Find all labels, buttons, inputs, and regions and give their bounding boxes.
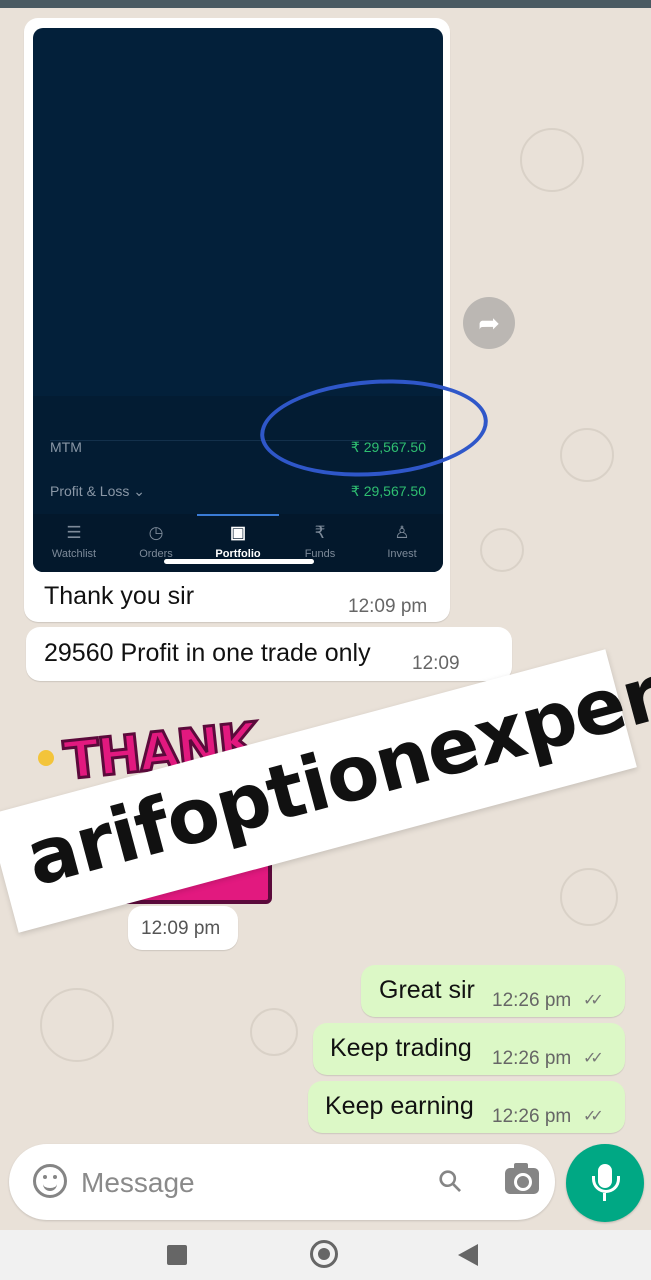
forward-icon: ➦ <box>478 308 500 338</box>
paperclip-icon[interactable]: ⚲ <box>423 1154 480 1211</box>
emoji-icon[interactable] <box>33 1164 67 1198</box>
rupee-icon: ₹ <box>314 523 326 542</box>
recents-button[interactable] <box>167 1245 187 1265</box>
history-icon: ◷ <box>148 523 164 542</box>
message-time: 12:26 pm <box>492 1048 572 1069</box>
message-time: 12:09 pm <box>348 596 428 617</box>
wallpaper-doodle <box>250 1008 298 1056</box>
home-indicator <box>164 559 314 564</box>
wallpaper-doodle <box>560 428 614 482</box>
double-check-icon: ✓✓ <box>583 1050 604 1067</box>
message-text: Keep earning <box>325 1092 474 1120</box>
wallpaper-doodle <box>560 868 618 926</box>
wallpaper-doodle <box>480 528 524 572</box>
tab-label: Watchlist <box>51 548 97 560</box>
home-button[interactable] <box>310 1240 338 1268</box>
message-text: Great sir <box>379 976 475 1004</box>
status-bar <box>0 0 651 8</box>
microphone-icon-leg <box>603 1193 606 1201</box>
message-time: 12:09 pm <box>141 918 221 939</box>
back-button[interactable] <box>458 1244 478 1266</box>
list-icon: ☰ <box>66 523 82 542</box>
briefcase-icon: ▣ <box>229 523 247 542</box>
wallpaper-doodle <box>520 128 584 192</box>
tab-invest: ♙ Invest <box>361 514 443 572</box>
wallpaper-doodle <box>40 988 114 1062</box>
message-text: 29560 Profit in one trade only <box>44 639 371 667</box>
system-navigation-bar <box>0 1230 651 1280</box>
camera-icon[interactable] <box>505 1163 539 1194</box>
message-input[interactable] <box>79 1162 413 1204</box>
image-caption: Thank you sir <box>44 582 195 610</box>
sticker-decoration <box>38 750 54 766</box>
message-time: 12:26 pm <box>492 1106 572 1127</box>
double-check-icon: ✓✓ <box>583 992 604 1009</box>
voice-message-button[interactable] <box>566 1144 644 1222</box>
shared-screenshot[interactable]: MTM ₹ 29,567.50 Profit & Loss ⌄ ₹ 29,567… <box>33 28 443 572</box>
tab-label: Invest <box>387 548 417 560</box>
profit-loss-label: Profit & Loss ⌄ <box>50 483 145 499</box>
active-tab-indicator <box>197 514 279 516</box>
message-text: Keep trading <box>330 1034 472 1062</box>
message-time: 12:09 <box>412 653 460 674</box>
mtm-label: MTM <box>50 439 82 455</box>
double-check-icon: ✓✓ <box>583 1108 604 1125</box>
microphone-icon-stand <box>592 1176 620 1193</box>
forward-button[interactable]: ➦ <box>463 297 515 349</box>
message-time: 12:26 pm <box>492 990 572 1011</box>
message-composer: ⚲ <box>9 1144 555 1220</box>
tab-watchlist: ☰ Watchlist <box>33 514 115 572</box>
profit-loss-value: ₹ 29,567.50 <box>350 483 426 499</box>
money-bag-icon: ♙ <box>394 523 410 542</box>
